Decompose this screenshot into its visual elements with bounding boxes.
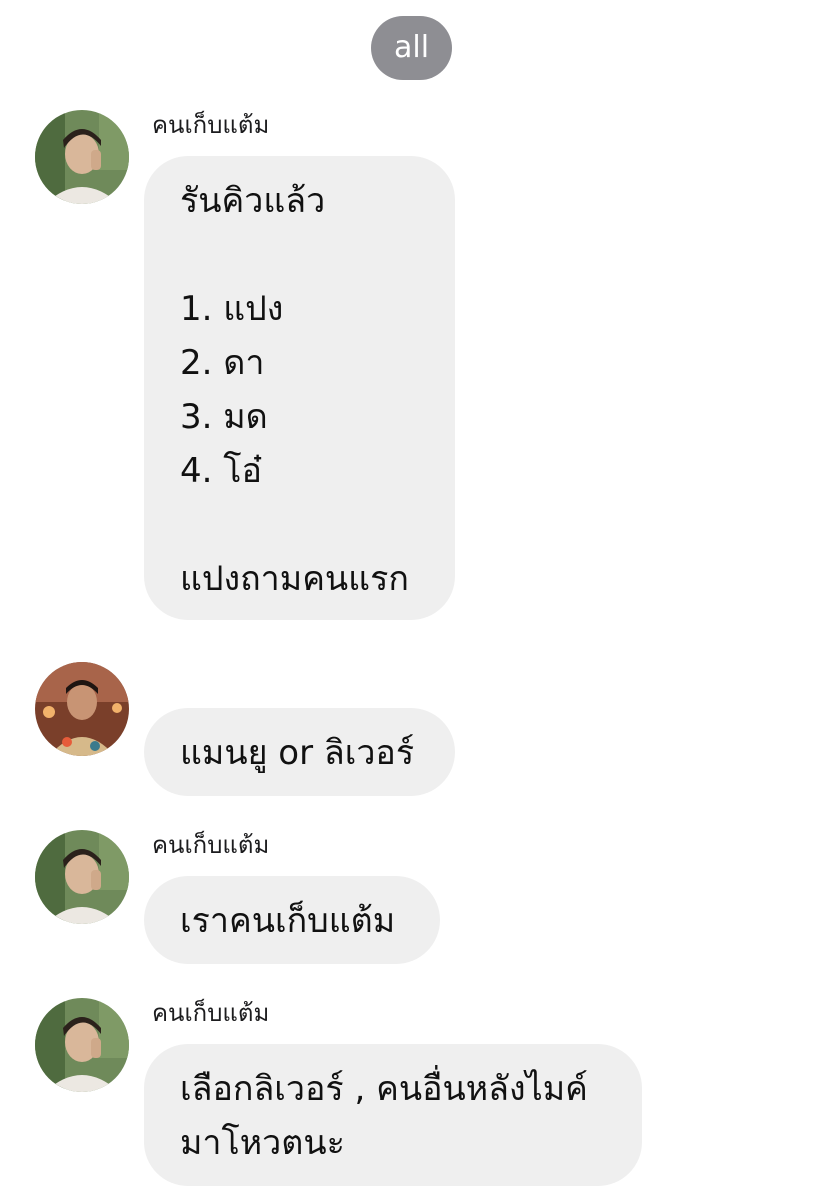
message-line: เลือกลิเวอร์ , คนอื่นหลังไมค์: [180, 1069, 588, 1109]
sender-name: คนเก็บแต้ม: [152, 999, 270, 1027]
message-line: [180, 498, 419, 552]
message-line: [180, 228, 419, 282]
message-line: 4. โอ๋: [180, 451, 262, 491]
message-bubble[interactable]: เราคนเก็บแต้ม: [144, 876, 440, 964]
message-line: แมนยู or ลิเวอร์: [180, 733, 415, 773]
message-line: มาโหวตนะ: [180, 1123, 345, 1163]
message-line: 1. แปง: [180, 289, 284, 329]
message-line: เราคนเก็บแต้ม: [180, 901, 396, 941]
sender-avatar[interactable]: [35, 830, 129, 924]
sender-avatar[interactable]: [35, 998, 129, 1092]
filter-all-chip[interactable]: all: [371, 16, 452, 80]
message-bubble[interactable]: รันคิวแล้ว 1. แปง 2. ดา 3. มด 4. โอ๋ แปง…: [144, 156, 455, 620]
avatar-photo-icon: [35, 110, 129, 204]
sender-avatar[interactable]: [35, 110, 129, 204]
message-line: แปงถามคนแรก: [180, 559, 409, 599]
avatar-photo-icon: [35, 662, 129, 756]
sender-name: คนเก็บแต้ม: [152, 111, 270, 139]
message-bubble[interactable]: เลือกลิเวอร์ , คนอื่นหลังไมค์ มาโหวตนะ: [144, 1044, 642, 1186]
sender-avatar[interactable]: [35, 662, 129, 756]
message-bubble[interactable]: แมนยู or ลิเวอร์: [144, 708, 455, 796]
avatar-photo-icon: [35, 998, 129, 1092]
message-line: 2. ดา: [180, 343, 265, 383]
message-line: รันคิวแล้ว: [180, 181, 326, 221]
sender-name: คนเก็บแต้ม: [152, 831, 270, 859]
avatar-photo-icon: [35, 830, 129, 924]
message-line: 3. มด: [180, 397, 268, 437]
